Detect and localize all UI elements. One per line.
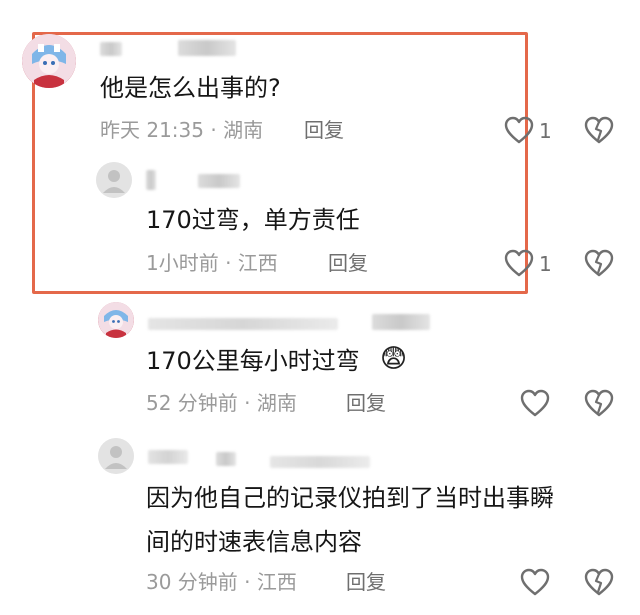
anime-avatar-icon[interactable]	[98, 302, 134, 338]
comment-meta: 52 分钟前 · 湖南	[146, 391, 297, 415]
username-redacted	[270, 456, 370, 468]
reply-text: 170过弯，单方责任	[146, 206, 360, 234]
default-avatar-icon[interactable]	[98, 438, 134, 474]
username-redacted	[216, 452, 236, 466]
dislike-icon[interactable]	[584, 249, 614, 277]
dislike-icon[interactable]	[584, 389, 614, 417]
username-redacted	[372, 314, 430, 330]
username-redacted	[178, 40, 236, 56]
reply-meta: 1小时前 · 江西	[146, 251, 278, 275]
dislike-icon[interactable]	[584, 116, 614, 144]
comment-text: 他是怎么出事的?	[100, 74, 281, 102]
like-icon[interactable]	[520, 389, 550, 417]
dislike-icon[interactable]	[584, 568, 614, 596]
comment-text-line-1: 因为他自己的记录仪拍到了当时出事瞬	[146, 484, 554, 512]
username-redacted	[198, 174, 240, 188]
comment-text-line-2: 间的时速表信息内容	[146, 528, 362, 556]
like-count: 1	[539, 252, 552, 276]
fearful-face-emoji: 😨	[380, 344, 408, 374]
username-redacted	[148, 450, 188, 464]
comment-text: 170公里每小时过弯	[146, 347, 360, 375]
comment-meta: 昨天 21:35 · 湖南	[100, 118, 264, 142]
username-redacted	[146, 170, 156, 190]
like-icon[interactable]	[520, 568, 550, 596]
reply-button[interactable]: 回复	[346, 572, 386, 592]
username-redacted	[148, 318, 338, 330]
reply-button[interactable]: 回复	[304, 120, 344, 140]
reply-button[interactable]: 回复	[328, 253, 368, 273]
username-redacted	[100, 42, 122, 56]
like-icon[interactable]	[504, 249, 534, 277]
comment-meta: 30 分钟前 · 江西	[146, 570, 297, 594]
default-avatar-icon[interactable]	[96, 162, 132, 198]
reply-button[interactable]: 回复	[346, 393, 386, 413]
anime-avatar-icon[interactable]	[22, 34, 76, 88]
like-count: 1	[539, 119, 552, 143]
like-icon[interactable]	[504, 116, 534, 144]
